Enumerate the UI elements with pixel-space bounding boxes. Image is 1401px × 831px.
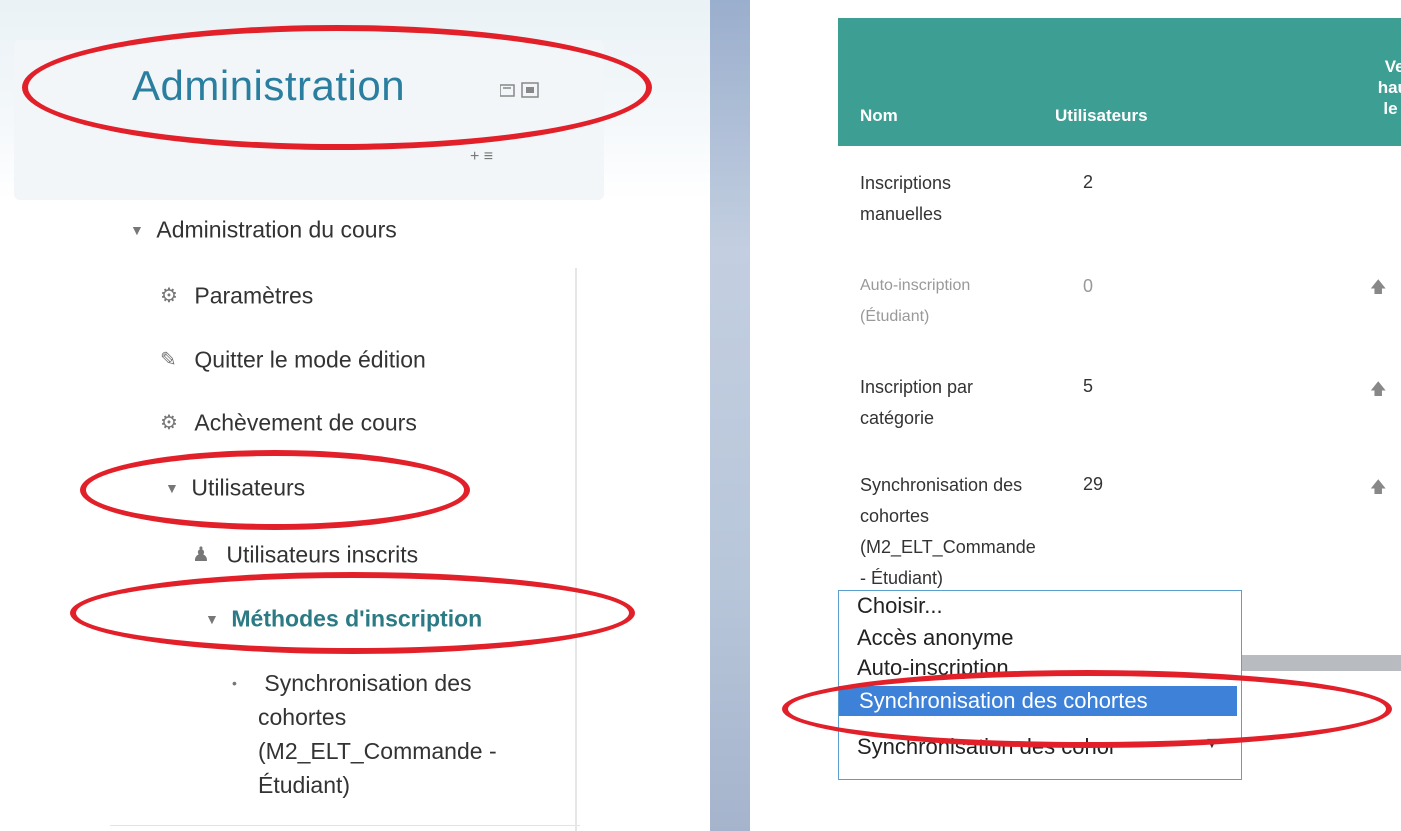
user-count: 0 xyxy=(1083,276,1094,296)
column-header-order: Ver haut/ le b xyxy=(1377,57,1401,118)
nav-enrolled-users[interactable]: ♟ Utilisateurs inscrits xyxy=(192,540,418,568)
select-shadow xyxy=(1242,655,1401,671)
select-current-value[interactable]: Synchronisation des cohor xyxy=(857,734,1116,760)
caret-down-icon: ▼ xyxy=(205,610,219,627)
nav-completion[interactable]: ⚙ Achèvement de cours xyxy=(160,408,417,436)
arrow-up-icon[interactable]: 🡅 xyxy=(1370,476,1386,503)
gear-icon: ⚙ xyxy=(160,412,178,435)
select-option-selected[interactable]: Synchronisation des cohortes xyxy=(839,686,1237,716)
select-option[interactable]: Auto-inscription xyxy=(857,655,1009,679)
administration-block: Administration + ≡ ▼ Administration du c… xyxy=(0,0,710,831)
bullet-icon: • xyxy=(232,674,237,691)
add-method-select[interactable]: Choisir... Accès anonyme Auto-inscriptio… xyxy=(838,590,1242,780)
table-header: Nom Utilisateurs Ver haut/ le b xyxy=(838,18,1401,146)
gear-icon: ⚙ xyxy=(160,285,178,308)
select-option[interactable]: Choisir... xyxy=(857,593,943,619)
nav-course-admin[interactable]: ▼ Administration du cours xyxy=(130,215,397,243)
block-bottom-border xyxy=(110,825,580,826)
method-name: Inscriptions manuelles xyxy=(860,173,952,224)
dropdown-arrow-icon[interactable]: ▼ xyxy=(1204,735,1220,753)
pencil-icon: ✎ xyxy=(160,349,177,372)
user-count: 29 xyxy=(1083,474,1104,494)
nav-settings[interactable]: ⚙ Paramètres xyxy=(160,281,313,309)
navigation-tree: ▼ Administration du cours ⚙ Paramètres ✎… xyxy=(0,0,710,831)
method-name: Synchronisation des cohortes (M2_ELT_Com… xyxy=(860,475,1036,588)
caret-down-icon: ▼ xyxy=(130,221,144,238)
select-option[interactable]: Accès anonyme xyxy=(857,625,1014,651)
user-count: 2 xyxy=(1083,172,1094,192)
user-icon: ♟ xyxy=(192,544,210,567)
background-strip xyxy=(710,0,750,831)
nav-enrolment-methods[interactable]: ▼ Méthodes d'inscription xyxy=(205,604,482,632)
method-name: Inscription par catégorie xyxy=(860,377,974,428)
column-header-name[interactable]: Nom xyxy=(860,106,898,126)
nav-edit-mode[interactable]: ✎ Quitter le mode édition xyxy=(160,345,426,373)
nav-users[interactable]: ▼ Utilisateurs xyxy=(165,473,305,501)
arrow-up-icon[interactable]: 🡅 xyxy=(1370,276,1386,303)
caret-down-icon: ▼ xyxy=(165,479,179,496)
arrow-up-icon[interactable]: 🡅 xyxy=(1370,378,1386,405)
method-name: Auto-inscription (Étudiant) xyxy=(860,277,971,325)
user-count: 5 xyxy=(1083,376,1094,396)
tree-divider xyxy=(575,268,577,831)
nav-cohort-sync[interactable]: • Synchronisation des cohortes (M2_ELT_C… xyxy=(232,665,497,801)
column-header-users[interactable]: Utilisateurs xyxy=(1055,106,1148,126)
